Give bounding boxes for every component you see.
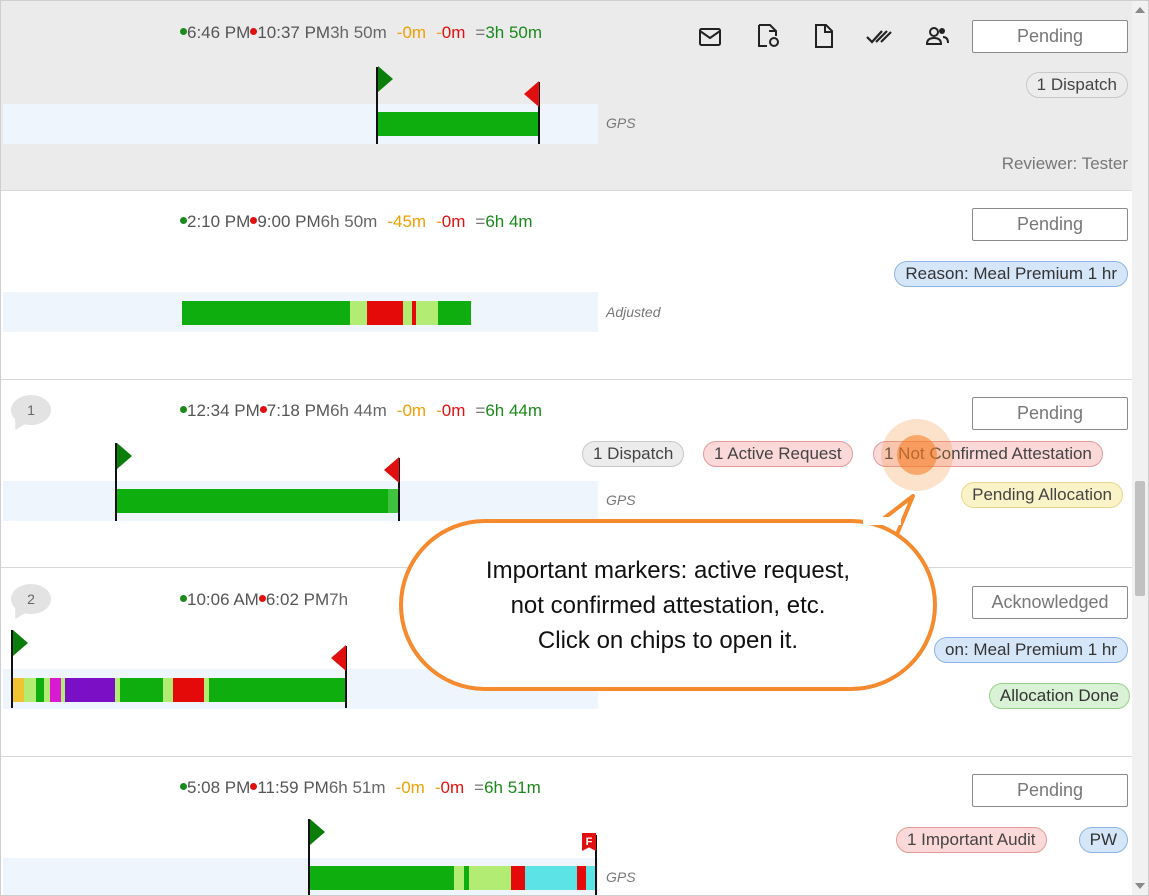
track-source-label: GPS (606, 115, 636, 131)
shift-times: 2:10 PM 9:00 PM6h 50m -45m -0m =6h 4m (180, 212, 533, 232)
shift-row-1[interactable]: 6:46 PM 10:37 PM3h 50m -0m -0m =3h 50m Pendi… (1, 1, 1133, 191)
start-flag-icon (378, 66, 393, 92)
status-button[interactable]: Pending (972, 208, 1128, 241)
chip-important-audit[interactable]: 1 Important Audit (896, 827, 1047, 853)
callout-line-2: not confirmed attestation, etc. (510, 591, 826, 619)
timeline-segment (403, 301, 412, 325)
people-icon[interactable] (924, 23, 950, 49)
timeline-segment (577, 866, 586, 890)
comment-count-bubble[interactable]: 1 (11, 395, 51, 425)
shift-row-5[interactable]: 5:08 PM 11:59 PM6h 51m -0m -0m =6h 51m Pendi… (1, 757, 1133, 895)
chip-dispatch[interactable]: 1 Dispatch (582, 441, 685, 467)
start-dot-icon (180, 783, 187, 791)
reviewer-label: Reviewer: Tester (1001, 154, 1128, 173)
start-dot-icon (180, 595, 187, 603)
chip-pending-allocation[interactable]: Pending Allocation (961, 482, 1123, 508)
shift-row-2[interactable]: 2:10 PM 9:00 PM6h 50m -45m -0m =6h 4m Pendin… (1, 191, 1133, 380)
click-highlight-dot (897, 435, 937, 475)
timeline-segment (120, 678, 163, 702)
timeline-segment (12, 678, 24, 702)
mail-icon[interactable] (697, 24, 723, 50)
double-check-icon[interactable] (866, 24, 892, 50)
scroll-up-arrow-icon[interactable] (1135, 7, 1145, 13)
timeline-segment (50, 678, 61, 702)
status-button[interactable]: Acknowledged (972, 586, 1128, 619)
chip-reason[interactable]: Reason: Meal Premium 1 hr (894, 261, 1128, 287)
end-flag-icon (384, 457, 399, 483)
timeline-segment (454, 866, 464, 890)
start-dot-icon (180, 28, 187, 36)
end-flag-f-icon: F (582, 833, 596, 851)
timeline-segment (377, 112, 539, 136)
timeline-segment (469, 866, 511, 890)
document-icon[interactable] (811, 23, 837, 49)
chip-pw[interactable]: PW (1078, 827, 1128, 853)
shift-times: 10:06 AM 6:02 PM7h (180, 590, 348, 610)
tutorial-callout: Important markers: active request, not c… (399, 519, 937, 691)
start-flag-icon (117, 443, 132, 469)
status-button[interactable]: Pending (972, 774, 1128, 807)
timeline-segment (416, 301, 438, 325)
shift-times: 5:08 PM 11:59 PM6h 51m -0m -0m =6h 51m (180, 778, 541, 798)
track-source-label: GPS (606, 869, 636, 885)
timeline-segment (65, 678, 115, 702)
end-flag-icon (331, 645, 346, 671)
scrollbar[interactable] (1132, 1, 1148, 895)
status-button[interactable]: Pending (972, 20, 1128, 53)
scrollbar-thumb[interactable] (1135, 481, 1145, 596)
timeline-segment (36, 678, 44, 702)
timeline-segment (163, 678, 173, 702)
timeline-segment (309, 866, 454, 890)
end-dot-icon (258, 595, 266, 603)
timeline-segment (173, 678, 204, 702)
start-flag-icon (13, 630, 28, 656)
chip-allocation-done[interactable]: Allocation Done (988, 683, 1130, 709)
chip-dispatch[interactable]: 1 Dispatch (1025, 72, 1128, 98)
timeline-segment (511, 866, 525, 890)
start-dot-icon (180, 217, 187, 225)
document-refresh-icon[interactable] (755, 23, 781, 49)
callout-line-1: Important markers: active request, (485, 556, 851, 584)
timeline-segment (116, 489, 388, 513)
timeline-segment (24, 678, 36, 702)
callout-line-3: Click on chips to open it. (537, 626, 799, 654)
shift-times: 12:34 PM 7:18 PM6h 44m -0m -0m =6h 44m (180, 401, 542, 421)
end-flag-icon (524, 81, 539, 107)
timeline-segment (182, 301, 350, 325)
timeline-segment (367, 301, 403, 325)
start-dot-icon (180, 406, 187, 414)
timesheet-list: 6:46 PM 10:37 PM3h 50m -0m -0m =3h 50m Pendi… (0, 0, 1149, 896)
chip-active-request[interactable]: 1 Active Request (703, 441, 853, 467)
shift-times: 6:46 PM 10:37 PM3h 50m -0m -0m =3h 50m (180, 23, 542, 43)
timeline-segment (350, 301, 367, 325)
timeline-segment (438, 301, 471, 325)
chip-reason[interactable]: on: Meal Premium 1 hr (934, 637, 1128, 663)
track-source-label: Adjusted (606, 304, 661, 320)
track-source-label: GPS (606, 492, 636, 508)
start-flag-icon (310, 819, 325, 845)
timeline-segment (388, 489, 398, 513)
comment-count-bubble[interactable]: 2 (11, 584, 51, 614)
timeline-segment (525, 866, 577, 890)
status-button[interactable]: Pending (972, 397, 1128, 430)
timeline-segment (209, 678, 345, 702)
scroll-down-arrow-icon[interactable] (1135, 883, 1145, 889)
end-dot-icon (259, 406, 267, 414)
callout-tail-cover (863, 517, 901, 525)
